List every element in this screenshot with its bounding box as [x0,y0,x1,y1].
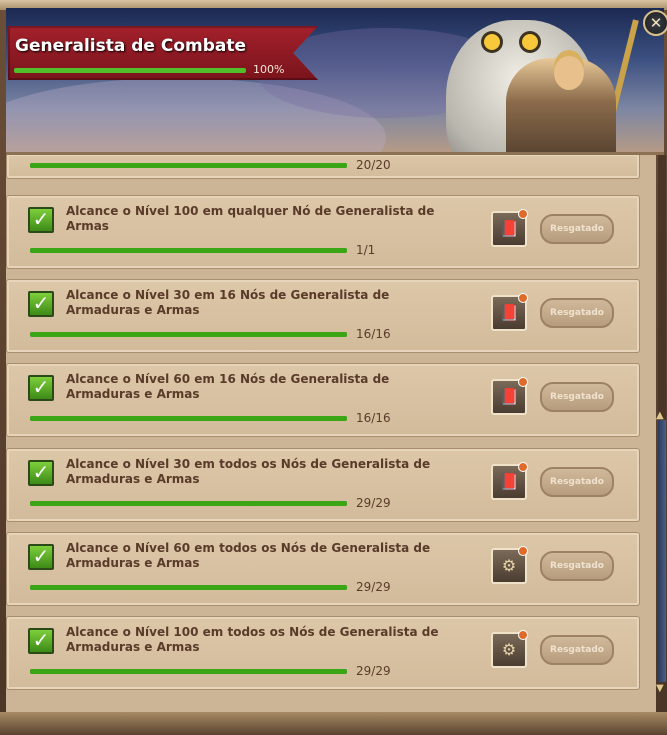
achievement-card: 20/20 [6,155,640,179]
page-title: Generalista de Combate [15,36,247,56]
header-progress-bar [14,68,246,73]
checkmark-icon: ✓ [28,460,54,486]
claimed-button[interactable]: Resgatado [540,382,614,412]
reward-badge-icon [518,293,528,303]
achievement-progress-fill [30,585,347,590]
reward-badge-icon [518,546,528,556]
owl-eye [484,34,500,50]
reward-badge-icon [518,377,528,387]
hero-head-art [554,56,584,90]
achievement-count: 29/29 [356,580,391,594]
achievement-count: 16/16 [356,327,391,341]
achievement-count: 20/20 [356,158,391,172]
achievement-list[interactable]: 20/20 ✓ Alcance o Nível 100 em qualquer Nó… [6,155,656,715]
checkmark-icon: ✓ [28,375,54,401]
achievement-description: Alcance o Nível 30 em 16 Nós de Generali… [66,288,390,317]
claimed-button[interactable]: Resgatado [540,635,614,665]
claimed-button[interactable]: Resgatado [540,298,614,328]
checkmark-icon: ✓ [28,628,54,654]
reward-badge-icon [518,209,528,219]
achievement-card: ✓ Alcance o Nível 30 em 16 Nós de General… [6,279,640,353]
frame-bottom-border [0,712,667,735]
achievement-progress-fill [30,416,347,421]
scrollbar-thumb[interactable] [658,420,666,682]
header-progress-fill [14,68,246,73]
achievement-card: ✓ Alcance o Nível 60 em todos os Nós de G… [6,532,640,606]
achievement-count: 1/1 [356,243,376,257]
achievement-description: Alcance o Nível 30 em todos os Nós de Ge… [66,457,431,486]
achievement-description: Alcance o Nível 100 em todos os Nós de G… [66,625,439,654]
achievement-count: 29/29 [356,664,391,678]
achievement-progress-fill [30,163,347,168]
achievement-progress-fill [30,248,347,253]
achievement-card: ✓ Alcance o Nível 30 em todos os Nós de G… [6,448,640,522]
achievement-description: Alcance o Nível 60 em 16 Nós de Generali… [66,372,390,401]
achievement-progress-bar [30,248,347,253]
achievement-progress-fill [30,501,347,506]
achievement-description: Alcance o Nível 60 em todos os Nós de Ge… [66,541,431,570]
claimed-button[interactable]: Resgatado [540,214,614,244]
achievement-progress-bar [30,585,347,590]
achievement-progress-fill [30,669,347,674]
achievement-card: ✓ Alcance o Nível 100 em todos os Nós de … [6,616,640,690]
achievement-progress-fill [30,332,347,337]
header-progress-percent: 100% [253,63,285,76]
achievement-count: 16/16 [356,411,391,425]
achievement-card: ✓ Alcance o Nível 60 em 16 Nós de General… [6,363,640,437]
achievement-progress-bar [30,332,347,337]
scroll-down-arrow-icon[interactable]: ▼ [656,683,664,694]
checkmark-icon: ✓ [28,291,54,317]
scroll-up-arrow-icon[interactable]: ▲ [656,410,664,421]
claimed-button[interactable]: Resgatado [540,551,614,581]
claimed-button[interactable]: Resgatado [540,467,614,497]
achievement-description: Alcance o Nível 100 em qualquer Nó de Ge… [66,204,435,233]
achievement-progress-bar [30,416,347,421]
checkmark-icon: ✓ [28,544,54,570]
owl-eye [522,34,538,50]
reward-badge-icon [518,630,528,640]
achievement-card: ✓ Alcance o Nível 100 em qualquer Nó de G… [6,195,640,269]
checkmark-icon: ✓ [28,207,54,233]
close-button[interactable]: ✕ [643,10,667,36]
achievement-progress-bar [30,163,347,168]
reward-badge-icon [518,462,528,472]
achievement-progress-bar [30,501,347,506]
achievement-progress-bar [30,669,347,674]
close-icon: ✕ [649,14,663,32]
achievement-count: 29/29 [356,496,391,510]
